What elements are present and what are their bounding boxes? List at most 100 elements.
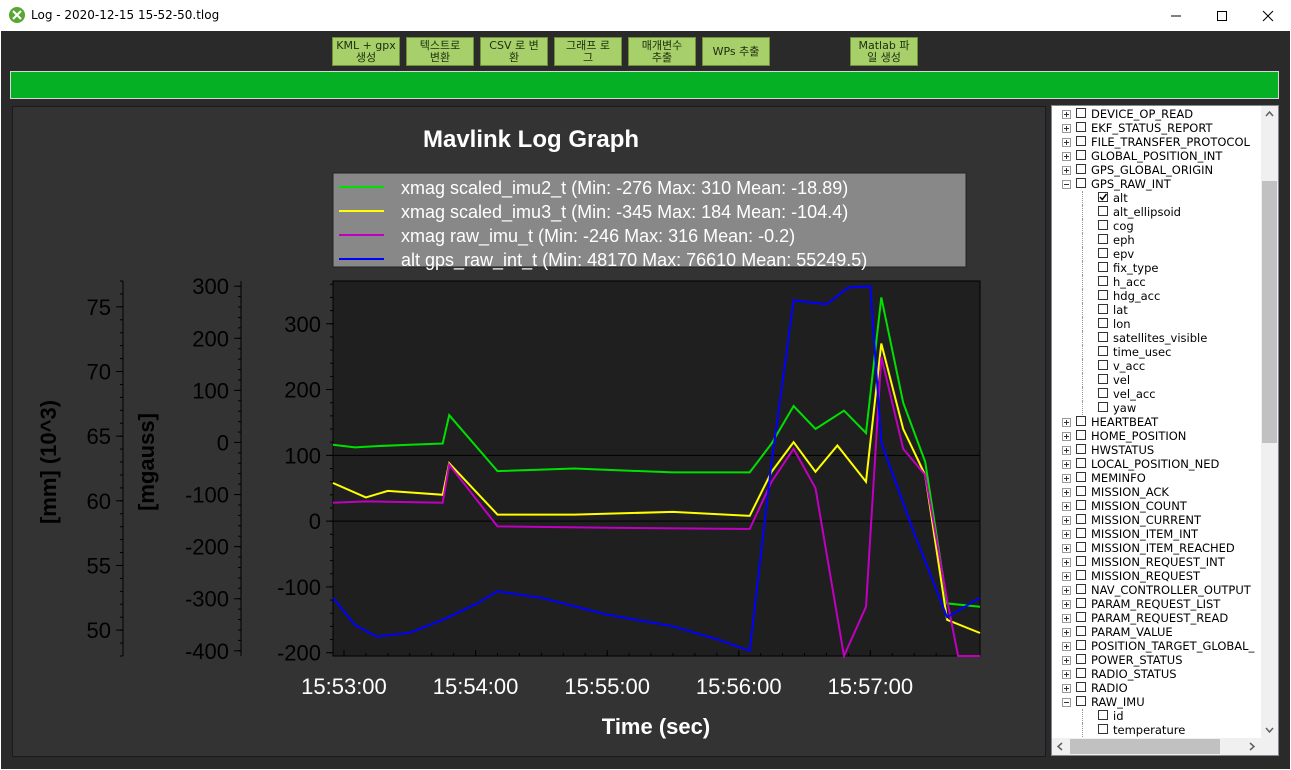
tree-checkbox[interactable] <box>1076 598 1086 608</box>
tree-item[interactable]: hdg_acc <box>1052 289 1262 303</box>
tree-checkbox[interactable] <box>1076 570 1086 580</box>
tree-item[interactable]: POSITION_TARGET_GLOBAL_ <box>1052 639 1262 653</box>
expand-icon[interactable] <box>1062 684 1071 693</box>
matlab-button[interactable]: Matlab 파 일 생성 <box>850 37 918 66</box>
expand-icon[interactable] <box>1062 432 1071 441</box>
expand-icon[interactable] <box>1062 530 1071 539</box>
vertical-scrollbar[interactable] <box>1261 106 1278 738</box>
convert-text-button[interactable]: 텍스트로 변환 <box>406 37 474 66</box>
tree-item[interactable]: MISSION_ITEM_INT <box>1052 527 1262 541</box>
tree-checkbox[interactable] <box>1098 332 1108 342</box>
expand-icon[interactable] <box>1062 656 1071 665</box>
tree-item[interactable]: HWSTATUS <box>1052 443 1262 457</box>
tree-checkbox[interactable] <box>1098 318 1108 328</box>
log-graph[interactable]: Mavlink Log Graph xmag scaled_imu2_t (Mi… <box>13 107 1045 756</box>
tree-checkbox[interactable] <box>1076 500 1086 510</box>
expand-icon[interactable] <box>1062 166 1071 175</box>
tree-item[interactable]: yaw <box>1052 401 1262 415</box>
tree-checkbox[interactable] <box>1076 136 1086 146</box>
tree-checkbox[interactable] <box>1098 374 1108 384</box>
expand-icon[interactable] <box>1062 586 1071 595</box>
tree-checkbox[interactable] <box>1076 612 1086 622</box>
tree-checkbox[interactable] <box>1098 248 1108 258</box>
tree-item[interactable]: RADIO_STATUS <box>1052 667 1262 681</box>
tree-item[interactable]: MISSION_ITEM_REACHED <box>1052 541 1262 555</box>
tree-checkbox[interactable] <box>1076 178 1086 188</box>
tree-checkbox[interactable] <box>1076 640 1086 650</box>
tree-checkbox[interactable] <box>1076 556 1086 566</box>
graph-log-button[interactable]: 그래프 로 그 <box>554 37 622 66</box>
expand-icon[interactable] <box>1062 572 1071 581</box>
tree-item[interactable]: lon <box>1052 317 1262 331</box>
tree-item[interactable]: id <box>1052 709 1262 723</box>
tree-item[interactable]: GPS_GLOBAL_ORIGIN <box>1052 163 1262 177</box>
collapse-icon[interactable] <box>1062 180 1071 189</box>
expand-icon[interactable] <box>1062 502 1071 511</box>
tree-item[interactable]: MISSION_CURRENT <box>1052 513 1262 527</box>
tree-item[interactable]: vel_acc <box>1052 387 1262 401</box>
tree-checkbox[interactable] <box>1098 346 1108 356</box>
tree-checkbox[interactable] <box>1098 234 1108 244</box>
tree-checkbox[interactable] <box>1098 710 1108 720</box>
tree-item[interactable]: v_acc <box>1052 359 1262 373</box>
scroll-up-icon[interactable] <box>1261 106 1278 123</box>
expand-icon[interactable] <box>1062 474 1071 483</box>
tree-item[interactable]: POWER_STATUS <box>1052 653 1262 667</box>
tree-checkbox[interactable] <box>1076 430 1086 440</box>
collapse-icon[interactable] <box>1062 698 1071 707</box>
tree-item[interactable]: PARAM_REQUEST_LIST <box>1052 597 1262 611</box>
expand-icon[interactable] <box>1062 124 1071 133</box>
tree-item[interactable]: MEMINFO <box>1052 471 1262 485</box>
kml-gpx-button[interactable]: KML + gpx 생성 <box>332 37 400 66</box>
tree-checkbox[interactable] <box>1076 444 1086 454</box>
expand-icon[interactable] <box>1062 152 1071 161</box>
tree-item[interactable]: MISSION_REQUEST_INT <box>1052 555 1262 569</box>
tree-checkbox[interactable] <box>1098 388 1108 398</box>
tree-checkbox[interactable] <box>1076 164 1086 174</box>
tree-item[interactable]: RADIO <box>1052 681 1262 695</box>
tree-checkbox[interactable] <box>1098 304 1108 314</box>
tree-checkbox[interactable] <box>1098 276 1108 286</box>
tree-checkbox[interactable] <box>1076 682 1086 692</box>
expand-icon[interactable] <box>1062 544 1071 553</box>
horizontal-scrollbar[interactable] <box>1052 738 1278 755</box>
tree-checkbox[interactable] <box>1098 262 1108 272</box>
expand-icon[interactable] <box>1062 614 1071 623</box>
tree-checkbox[interactable] <box>1076 542 1086 552</box>
tree-checkbox[interactable] <box>1098 724 1108 734</box>
tree-checkbox[interactable] <box>1098 206 1108 216</box>
expand-icon[interactable] <box>1062 600 1071 609</box>
expand-icon[interactable] <box>1062 418 1071 427</box>
tree-checkbox[interactable] <box>1076 486 1086 496</box>
expand-icon[interactable] <box>1062 110 1071 119</box>
tree-checkbox[interactable] <box>1076 528 1086 538</box>
tree-item[interactable]: MISSION_ACK <box>1052 485 1262 499</box>
tree-checkbox[interactable] <box>1076 150 1086 160</box>
scroll-thumb-horizontal[interactable] <box>1070 739 1220 754</box>
expand-icon[interactable] <box>1062 488 1071 497</box>
tree-item[interactable]: PARAM_REQUEST_READ <box>1052 611 1262 625</box>
expand-icon[interactable] <box>1062 670 1071 679</box>
tree-item[interactable]: PARAM_VALUE <box>1052 625 1262 639</box>
tree-checkbox[interactable] <box>1076 696 1086 706</box>
tree-item[interactable]: DEVICE_OP_READ <box>1052 107 1262 121</box>
minimize-button[interactable] <box>1153 0 1199 31</box>
tree-checkbox[interactable] <box>1076 108 1086 118</box>
expand-icon[interactable] <box>1062 460 1071 469</box>
tree-checkbox[interactable] <box>1098 192 1108 202</box>
scroll-down-icon[interactable] <box>1261 721 1278 738</box>
tree-item[interactable]: cog <box>1052 219 1262 233</box>
tree-item[interactable]: LOCAL_POSITION_NED <box>1052 457 1262 471</box>
tree-item[interactable]: RAW_IMU <box>1052 695 1262 709</box>
convert-csv-button[interactable]: CSV 로 변 환 <box>480 37 548 66</box>
tree-item[interactable]: MISSION_REQUEST <box>1052 569 1262 583</box>
graph-panel[interactable]: Mavlink Log Graph xmag scaled_imu2_t (Mi… <box>12 106 1046 757</box>
tree-item[interactable]: NAV_CONTROLLER_OUTPUT <box>1052 583 1262 597</box>
tree-checkbox[interactable] <box>1076 416 1086 426</box>
expand-icon[interactable] <box>1062 446 1071 455</box>
tree-item[interactable]: fix_type <box>1052 261 1262 275</box>
scroll-left-icon[interactable] <box>1052 738 1069 755</box>
tree-item[interactable]: temperature <box>1052 723 1262 737</box>
tree-checkbox[interactable] <box>1098 290 1108 300</box>
tree-item[interactable]: alt <box>1052 191 1262 205</box>
